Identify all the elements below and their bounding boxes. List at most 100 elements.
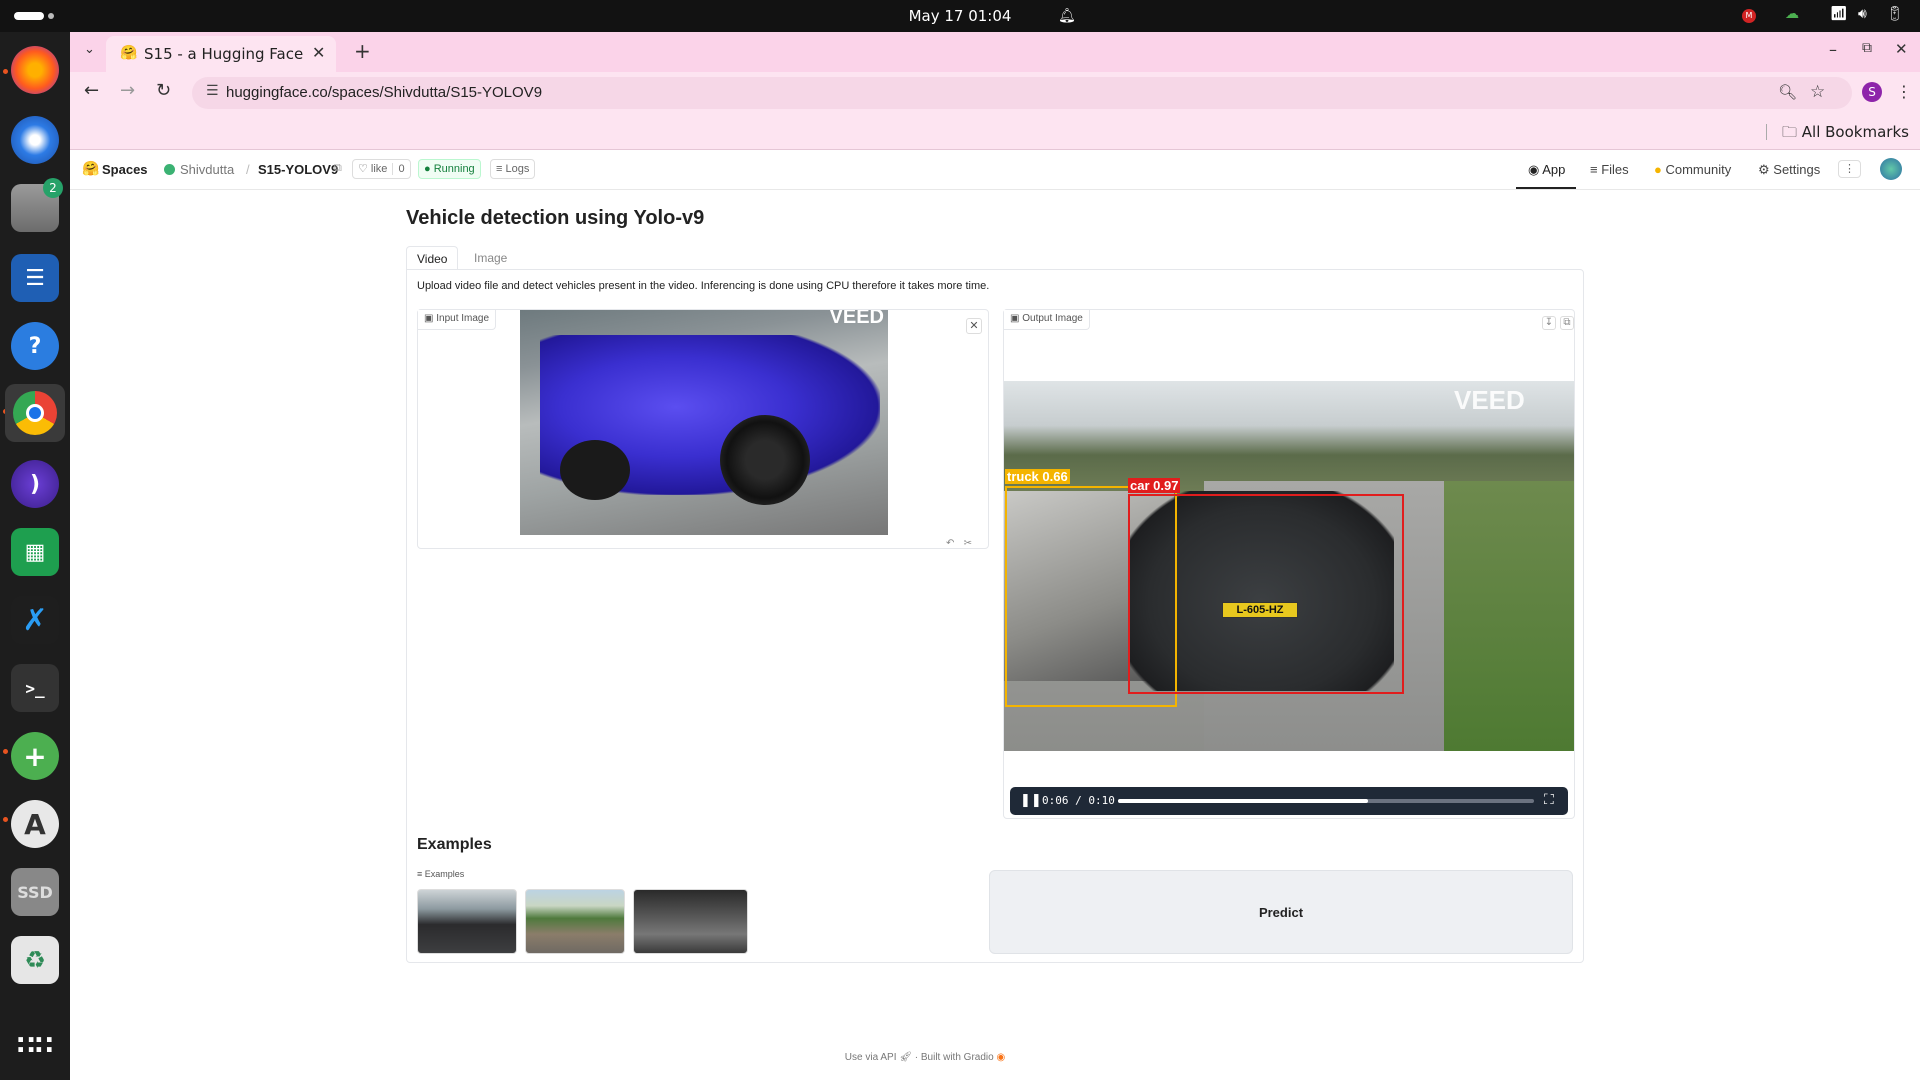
back-icon[interactable]: ← [84, 80, 99, 101]
heart-icon: ♡ [358, 163, 371, 175]
chrome-logo [13, 391, 57, 435]
browser-menu-icon[interactable]: ⋮ [1896, 82, 1912, 101]
repo-name[interactable]: S15-YOLOV9 [258, 162, 338, 177]
podcast-icon[interactable]: ) [11, 460, 59, 508]
cloud-sync-icon[interactable]: ☁ [1785, 6, 1799, 22]
clock[interactable]: May 17 01:04 [0, 7, 1920, 25]
input-video-block[interactable]: VEED ▣ Input Image ✕ ↶ ✂ [417, 309, 989, 549]
writer-icon[interactable]: ☰ [11, 254, 59, 302]
more-options-icon[interactable]: ⋮ [1838, 160, 1861, 178]
use-via-api-link[interactable]: Use via API [845, 1052, 897, 1063]
video-progress-track[interactable] [1118, 799, 1534, 803]
nav-tab-settings[interactable]: ⚙ Settings [1758, 162, 1820, 178]
owner-avatar [164, 164, 175, 175]
chrome-icon[interactable] [5, 384, 65, 442]
fullscreen-icon[interactable]: ⛶ [1544, 792, 1554, 808]
bookmark-star-icon[interactable]: ☆ [1810, 82, 1825, 102]
nav-tab-files[interactable]: ≡ Files [1590, 162, 1629, 177]
pause-icon[interactable]: ❚❚ [1020, 793, 1042, 808]
nav-tab-settings-label: Settings [1773, 162, 1821, 177]
download-icon[interactable]: ↧ [1542, 316, 1556, 330]
logs-button[interactable]: ≡ Logs [490, 159, 536, 179]
nav-tab-app[interactable]: ◉ App [1528, 162, 1565, 178]
address-bar[interactable]: ☰ huggingface.co/spaces/Shivdutta/S15-YO… [192, 77, 1852, 109]
vscode-icon[interactable]: ✗ [11, 596, 59, 644]
output-video-frame[interactable]: L-605-HZ VEED truck 0.66 car 0.97 [1004, 381, 1574, 751]
running-dot-icon: ● [424, 163, 434, 175]
bookmarks-bar: 🗀︎ All Bookmarks [70, 114, 1920, 150]
user-avatar[interactable] [1880, 158, 1902, 180]
list-icon: ≡ [417, 869, 425, 879]
restore-icon[interactable]: ⧉ [1862, 40, 1872, 56]
input-video-frame[interactable]: VEED [520, 310, 888, 535]
ssd-drive-icon[interactable]: SSD [11, 868, 59, 916]
all-bookmarks-button[interactable]: 🗀︎ All Bookmarks [1782, 122, 1909, 147]
browser-tab[interactable]: 🤗 S15 - a Hugging Face Space ✕ [106, 36, 336, 72]
files-icon: ≡ [1590, 162, 1602, 177]
example-thumbnail[interactable] [417, 889, 517, 954]
calc-icon[interactable]: ▦ [11, 528, 59, 576]
output-video-block[interactable]: ▣ Output Image ↧ ⧉ L-605-HZ VEED truck 0.… [1003, 309, 1575, 819]
example-thumbnail[interactable] [525, 889, 625, 954]
copy-icon[interactable]: ⧉ [334, 162, 342, 175]
help-icon[interactable]: ? [11, 322, 59, 370]
output-watermark: VEED [1454, 385, 1525, 415]
profile-avatar[interactable]: S [1862, 82, 1882, 102]
spaces-link[interactable]: Spaces [102, 162, 148, 177]
mail-indicator-icon[interactable]: M [1742, 9, 1756, 23]
logs-label: Logs [505, 163, 530, 175]
folder-icon: 🗀︎ [1782, 123, 1802, 141]
hugging-face-logo-icon[interactable]: 🤗 [82, 160, 99, 177]
hugging-face-favicon-icon: 🤗 [120, 45, 138, 61]
wifi-icon[interactable]: 📶︎ [1830, 6, 1848, 22]
clear-input-icon[interactable]: ✕ [966, 318, 982, 334]
forward-icon[interactable]: → [120, 80, 135, 101]
nav-tab-files-label: Files [1601, 162, 1629, 177]
reload-icon[interactable]: ↻ [156, 80, 171, 101]
status-label: Running [433, 163, 475, 175]
notification-bell-icon[interactable]: 🔔︎ [1058, 8, 1076, 24]
video-time: 0:06 / 0:10 [1042, 794, 1115, 807]
nav-tab-community[interactable]: ● Community [1654, 162, 1731, 177]
detection-box-car [1128, 494, 1404, 694]
undo-icon[interactable]: ↶ [946, 538, 954, 549]
built-with-gradio-link[interactable]: Built with Gradio [921, 1052, 994, 1063]
input-label: ▣ Input Image [418, 310, 497, 330]
address-url[interactable]: huggingface.co/spaces/Shivdutta/S15-YOLO… [226, 84, 542, 101]
zoom-icon[interactable]: 🔍︎ [1778, 83, 1797, 101]
cloud-upload-icon[interactable]: + [11, 732, 59, 780]
video-icon: ▣ [1010, 313, 1023, 324]
site-info-icon[interactable]: ☰ [206, 83, 219, 99]
examples-label-text: Examples [424, 869, 465, 879]
trash-icon[interactable]: ♻ [11, 936, 59, 984]
tab-image[interactable]: Image [464, 246, 517, 270]
predict-button[interactable]: Predict [989, 870, 1573, 954]
close-window-icon[interactable]: ✕ [1895, 40, 1908, 58]
software-updater-icon[interactable]: A [11, 800, 59, 848]
thunderbird-icon[interactable] [11, 116, 59, 164]
volume-icon[interactable]: 🔊︎ [1858, 6, 1867, 22]
minimize-icon[interactable]: – [1829, 40, 1837, 59]
tab-video[interactable]: Video [406, 246, 459, 270]
footer: Use via API 🚀︎ · Built with Gradio ◉ [0, 1052, 1850, 1063]
share-icon[interactable]: ⧉ [1560, 316, 1574, 330]
tab-title: S15 - a Hugging Face Space [144, 45, 304, 63]
terminal-icon[interactable]: >_ [11, 664, 59, 712]
tab-search-chevron-icon[interactable]: ⌄ [84, 42, 95, 57]
chrome-logo-center [26, 404, 44, 422]
example-thumbnail[interactable] [633, 889, 748, 954]
bookmarks-separator [1766, 124, 1767, 140]
like-button[interactable]: ♡ like 0 [352, 159, 411, 179]
battery-icon[interactable]: 🔋︎ [1886, 6, 1904, 22]
all-bookmarks-label: All Bookmarks [1801, 123, 1909, 141]
system-top-bar: May 17 01:04 🔔︎ M ☁ 📶︎ 🔊︎ 🔋︎ [0, 0, 1920, 32]
close-tab-icon[interactable]: ✕ [312, 43, 325, 62]
new-tab-icon[interactable]: + [354, 39, 371, 63]
output-label: ▣ Output Image [1004, 310, 1090, 330]
like-count: 0 [392, 163, 405, 175]
scissors-icon[interactable]: ✂ [964, 538, 972, 549]
hf-space-header: 🤗 Spaces Shivdutta / S15-YOLOV9 ⧉ ♡ like… [70, 150, 1920, 190]
owner-link[interactable]: Shivdutta [180, 162, 234, 177]
files-notification-badge: 2 [43, 178, 63, 198]
firefox-icon[interactable] [11, 46, 59, 94]
